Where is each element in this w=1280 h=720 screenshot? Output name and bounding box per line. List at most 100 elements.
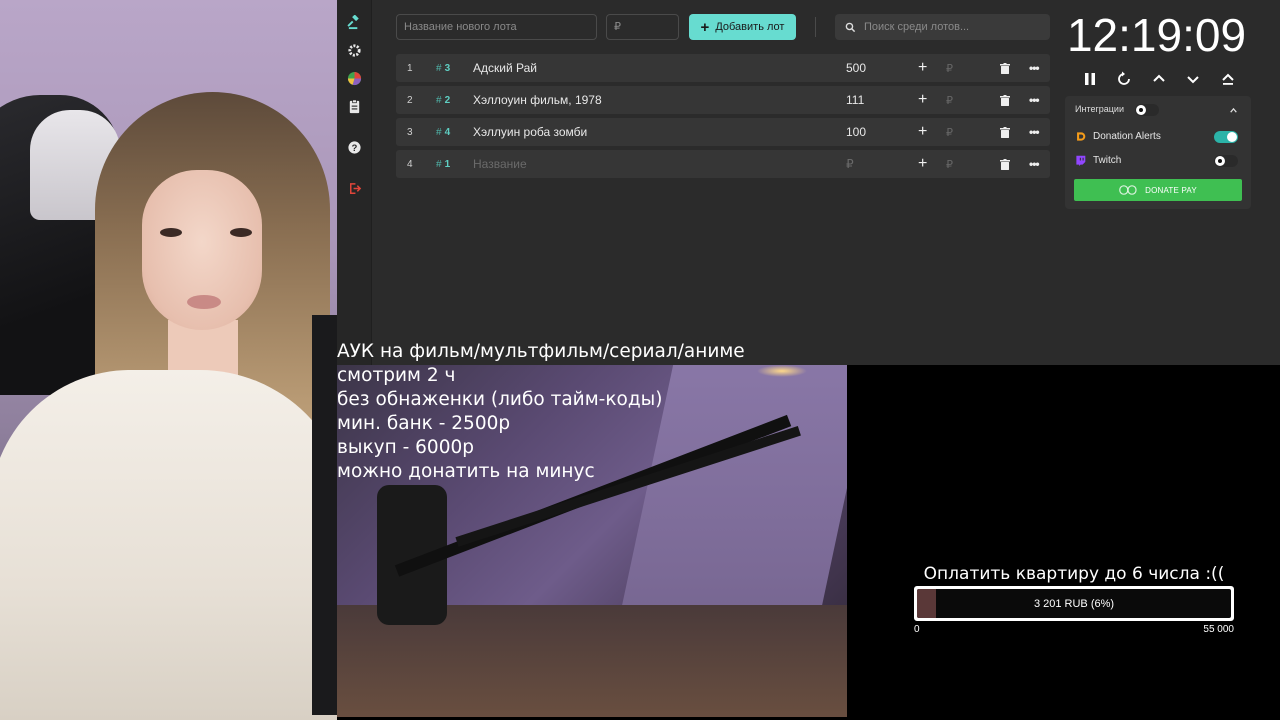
- increase-time-button[interactable]: [1148, 68, 1170, 90]
- streamer-lips: [187, 295, 221, 309]
- integrations-master-toggle[interactable]: [1135, 104, 1159, 116]
- lot-row[interactable]: 2 #2 Хэллоуин фильм, 1978 111 + ₽ •••: [396, 86, 1050, 114]
- new-lot-name-input[interactable]: [396, 14, 597, 40]
- lot-name[interactable]: Хэллоуин фильм, 1978: [473, 86, 602, 114]
- integration-name: Twitch: [1093, 155, 1122, 166]
- donation-goal-bar: 3 201 RUB (6%): [914, 586, 1234, 621]
- more-options-icon[interactable]: •••: [1029, 86, 1040, 114]
- twitch-toggle[interactable]: [1214, 155, 1238, 167]
- trash-icon: [1000, 126, 1010, 138]
- lot-search[interactable]: [835, 14, 1050, 40]
- clipboard-icon: [349, 99, 360, 113]
- donation-alerts-icon: [1077, 132, 1086, 141]
- svg-text:?: ?: [352, 142, 358, 152]
- rule-line: можно донатить на минус: [337, 461, 595, 482]
- lot-name[interactable]: Хэллуин роба зомби: [473, 118, 587, 146]
- lot-amount[interactable]: ₽: [846, 150, 854, 178]
- trash-icon: [1000, 158, 1010, 170]
- auction-rules-overlay: АУК на фильм/мультфильм/сериал/аниме смо…: [337, 340, 745, 484]
- auction-app: ? + Добавить лот 1 #3 Адский Рай 500 + ₽…: [337, 0, 1280, 365]
- history-nav[interactable]: [337, 92, 372, 120]
- donation-alerts-toggle[interactable]: [1214, 131, 1238, 143]
- webcam-feed: [0, 0, 337, 720]
- delete-lot-button[interactable]: [1000, 150, 1010, 178]
- goal-max-label: 55 000: [1203, 624, 1234, 635]
- rule-line: смотрим 2 ч: [337, 365, 456, 386]
- streamer-eye-right: [230, 228, 252, 237]
- reset-timer-button[interactable]: [1113, 68, 1135, 90]
- chevron-up-icon[interactable]: [1229, 106, 1238, 115]
- new-lot-amount-input[interactable]: [606, 14, 679, 40]
- add-amount-button[interactable]: +: [918, 86, 927, 114]
- delete-lot-button[interactable]: [1000, 118, 1010, 146]
- lot-id: #4: [436, 126, 451, 138]
- add-amount-button[interactable]: +: [918, 150, 927, 178]
- help-icon: ?: [348, 140, 361, 154]
- extra-amount-field[interactable]: ₽: [946, 118, 953, 146]
- delete-lot-button[interactable]: [1000, 86, 1010, 114]
- add-lot-button[interactable]: + Добавить лот: [689, 14, 796, 40]
- gear-icon: [348, 43, 361, 57]
- extra-amount-field[interactable]: ₽: [946, 150, 953, 178]
- chevron-up-icon: [1153, 74, 1165, 82]
- lot-row[interactable]: 1 #3 Адский Рай 500 + ₽ •••: [396, 54, 1050, 82]
- goal-progress-text: 3 201 RUB (6%): [1033, 597, 1115, 610]
- auction-gavel-nav[interactable]: [337, 8, 372, 36]
- trash-icon: [1000, 94, 1010, 106]
- timer-controls: [1079, 68, 1239, 90]
- more-options-icon[interactable]: •••: [1029, 150, 1040, 178]
- add-lot-label: Добавить лот: [715, 21, 785, 33]
- lot-position: 3: [407, 126, 413, 138]
- side-rail: ?: [337, 0, 372, 365]
- collapse-button[interactable]: [1217, 68, 1239, 90]
- decrease-time-button[interactable]: [1182, 68, 1204, 90]
- streamer-sweater: [0, 370, 337, 720]
- microphone-stand: [312, 315, 337, 715]
- extra-amount-field[interactable]: ₽: [946, 86, 953, 114]
- add-amount-button[interactable]: +: [918, 118, 927, 146]
- pie-chart-icon: [347, 71, 362, 85]
- lot-name[interactable]: Название: [473, 150, 527, 178]
- lot-list: 1 #3 Адский Рай 500 + ₽ ••• 2 #2 Хэллоуи…: [396, 54, 1050, 182]
- chevron-down-icon: [1187, 76, 1199, 84]
- twitch-icon: [1076, 155, 1086, 166]
- rule-line: мин. банк - 2500р: [337, 413, 511, 434]
- eject-icon: [1222, 73, 1234, 85]
- goal-min-label: 0: [914, 624, 920, 635]
- donation-goal-title: Оплатить квартиру до 6 числа :((: [923, 564, 1225, 584]
- rule-line: без обнаженки (либо тайм-коды): [337, 389, 663, 410]
- pause-icon: [1085, 73, 1095, 85]
- lot-position: 4: [407, 158, 413, 170]
- reset-icon: [1118, 71, 1130, 85]
- pause-button[interactable]: [1079, 68, 1101, 90]
- lot-row[interactable]: 3 #4 Хэллуин роба зомби 100 + ₽ •••: [396, 118, 1050, 146]
- delete-lot-button[interactable]: [1000, 54, 1010, 82]
- stats-nav[interactable]: [337, 64, 372, 92]
- help-nav[interactable]: ?: [337, 133, 372, 161]
- room-light: [757, 365, 807, 377]
- extra-amount-field[interactable]: ₽: [946, 54, 953, 82]
- integrations-panel: Интеграции Donation Alerts Twitch DONATE…: [1065, 96, 1251, 209]
- streamer-eye-left: [160, 228, 182, 237]
- lot-amount[interactable]: 111: [846, 86, 864, 114]
- donate-pay-icon: [1119, 185, 1137, 195]
- lot-amount[interactable]: 500: [846, 54, 866, 82]
- more-options-icon[interactable]: •••: [1029, 54, 1040, 82]
- toolbar-divider: [815, 17, 816, 37]
- more-options-icon[interactable]: •••: [1029, 118, 1040, 146]
- lot-id: #3: [436, 62, 451, 74]
- plus-icon: +: [700, 18, 710, 36]
- lot-row-empty[interactable]: 4 #1 Название ₽ + ₽ •••: [396, 150, 1050, 178]
- lot-amount[interactable]: 100: [846, 118, 866, 146]
- settings-nav[interactable]: [337, 36, 372, 64]
- donate-pay-button[interactable]: DONATE PAY: [1074, 179, 1242, 201]
- trash-icon: [1000, 62, 1010, 74]
- donate-pay-label: DONATE PAY: [1145, 185, 1197, 195]
- lot-name[interactable]: Адский Рай: [473, 54, 537, 82]
- search-input[interactable]: [864, 21, 1044, 33]
- rule-line: АУК на фильм/мультфильм/сериал/аниме: [337, 341, 745, 362]
- lot-position: 2: [407, 94, 413, 106]
- gavel-icon: [347, 14, 359, 29]
- add-amount-button[interactable]: +: [918, 54, 927, 82]
- logout-nav[interactable]: [337, 174, 372, 202]
